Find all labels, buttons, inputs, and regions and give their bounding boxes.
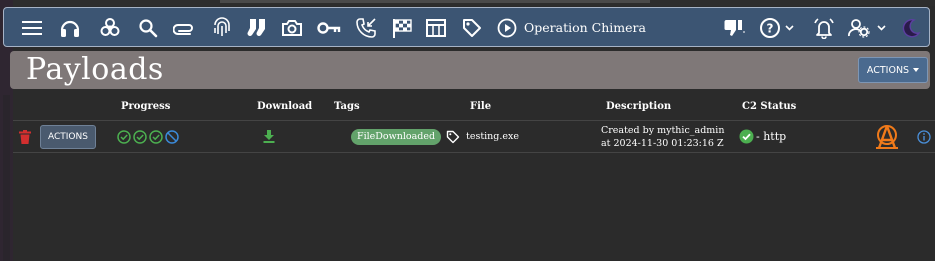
progress-indicators xyxy=(117,121,179,152)
tag-chip[interactable]: FileDownloaded xyxy=(351,128,442,145)
play-circle-icon[interactable] xyxy=(493,8,521,48)
paperclip-icon[interactable] xyxy=(170,8,198,48)
page-title-bar: Payloads ACTIONS xyxy=(10,51,930,89)
column-header-c2-status[interactable]: C2 Status xyxy=(742,101,796,112)
payload-description: Created by mythic_admin at 2024-11-30 01… xyxy=(601,124,724,150)
delete-icon[interactable] xyxy=(19,121,31,152)
svg-text:?: ? xyxy=(767,22,774,36)
download-icon[interactable] xyxy=(263,121,275,152)
user-settings-menu[interactable] xyxy=(846,8,890,48)
table-row: ACTIONS FileDownloaded testing.exe Creat… xyxy=(13,120,935,153)
biohazard-icon[interactable] xyxy=(96,8,124,48)
actions-dropdown-button[interactable]: ACTIONS xyxy=(858,57,928,83)
description-line-2: at 2024-11-30 01:23:16 Z xyxy=(601,137,724,149)
operation-name[interactable]: Operation Chimera xyxy=(524,8,646,48)
file-name[interactable]: testing.exe xyxy=(466,131,519,142)
column-header-description[interactable]: Description xyxy=(606,101,671,112)
search-icon[interactable] xyxy=(134,8,162,48)
moon-icon[interactable] xyxy=(898,8,924,48)
top-nav-bar: Operation Chimera ? xyxy=(3,7,930,47)
table-icon[interactable] xyxy=(422,8,450,48)
checkered-flag-icon[interactable] xyxy=(388,8,416,48)
camera-icon[interactable] xyxy=(278,8,306,48)
help-menu[interactable]: ? xyxy=(756,8,800,48)
menu-icon[interactable] xyxy=(18,8,46,48)
key-icon[interactable] xyxy=(314,8,344,48)
check-circle-icon xyxy=(133,129,147,144)
fingerprint-icon[interactable] xyxy=(208,8,236,48)
bell-alert-icon[interactable] xyxy=(810,8,838,48)
c2-status-text: - http xyxy=(756,130,787,143)
phone-callback-icon[interactable] xyxy=(352,8,380,48)
column-header-file[interactable]: File xyxy=(470,101,491,112)
chevron-down-icon xyxy=(913,68,920,72)
block-icon xyxy=(165,129,179,144)
description-line-1: Created by mythic_admin xyxy=(601,124,725,136)
check-circle-icon xyxy=(149,129,163,144)
row-actions-button[interactable]: ACTIONS xyxy=(40,124,96,149)
add-tag-icon[interactable] xyxy=(446,130,460,144)
column-header-tags[interactable]: Tags xyxy=(334,101,360,112)
info-icon[interactable] xyxy=(917,121,931,152)
check-circle-icon xyxy=(117,129,131,144)
headphones-icon[interactable] xyxy=(56,8,84,48)
check-circle-filled-icon xyxy=(739,129,754,144)
socks-icon[interactable] xyxy=(244,8,272,48)
agent-logo-icon[interactable] xyxy=(873,121,901,152)
column-header-download[interactable]: Download xyxy=(257,101,312,112)
page-title: Payloads xyxy=(26,52,164,87)
actions-dropdown-label: ACTIONS xyxy=(866,64,910,76)
column-header-progress[interactable]: Progress xyxy=(121,101,170,112)
thumb-down-icon[interactable] xyxy=(720,8,748,48)
table-header: Progress Download Tags File Description … xyxy=(13,96,935,118)
window-top-edge xyxy=(0,0,935,6)
tag-icon[interactable] xyxy=(458,8,486,48)
